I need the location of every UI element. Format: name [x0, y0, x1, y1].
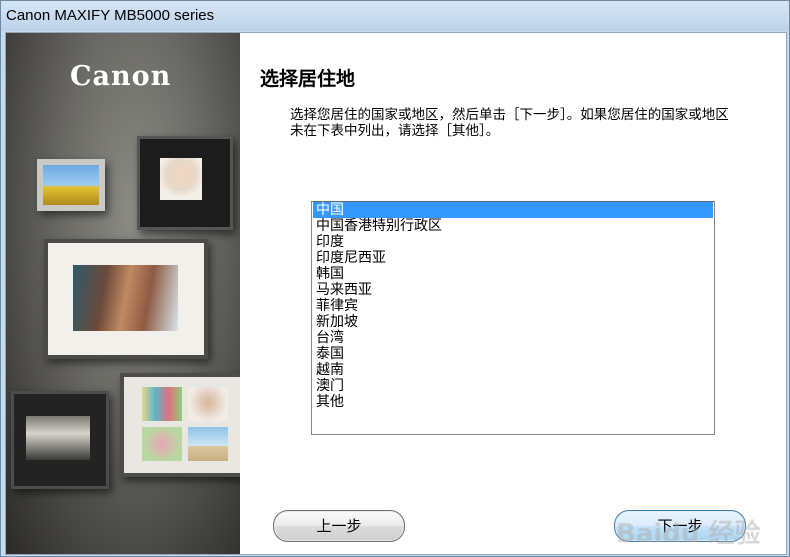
region-list-item[interactable]: 韩国: [313, 266, 713, 282]
photo-frame-family: [44, 239, 208, 359]
photo-frame-collage: [120, 373, 240, 477]
region-list-item[interactable]: 印度: [313, 234, 713, 250]
photo-frame-landscape: [37, 159, 105, 211]
region-list-item[interactable]: 越南: [313, 362, 713, 378]
region-list-item[interactable]: 台湾: [313, 330, 713, 346]
region-list-item[interactable]: 泰国: [313, 346, 713, 362]
baidu-watermark: Baidu 经验: [616, 519, 761, 549]
region-listbox[interactable]: 中国 中国香港特别行政区 印度 印度尼西亚 韩国 马来西亚 菲律宾 新加坡 台湾 泰国 越南 澳门 其他: [311, 201, 715, 435]
dialog-client-area: Canon 选择居住地 选择您居住的国家或地区，然后单击［下一步］。如果您居住的…: [5, 32, 787, 555]
title-bar[interactable]: Canon MAXIFY MB5000 series: [1, 1, 789, 31]
region-list-item[interactable]: 马来西亚: [313, 282, 713, 298]
family-photo: [73, 265, 178, 331]
photo-frame-vintage: [11, 391, 109, 489]
window-title: Canon MAXIFY MB5000 series: [6, 7, 215, 24]
region-list-item[interactable]: 印度尼西亚: [313, 250, 713, 266]
region-list-item[interactable]: 其他: [313, 394, 713, 410]
baby-photo: [160, 158, 202, 200]
vintage-photo: [26, 416, 90, 460]
page-title: 选择居住地: [260, 68, 356, 90]
back-button[interactable]: 上一步: [273, 510, 405, 542]
collage-photo-toys: [142, 387, 182, 421]
region-list-item[interactable]: 菲律宾: [313, 298, 713, 314]
collage-photo-house: [188, 427, 228, 461]
installer-window: Canon MAXIFY MB5000 series Canon 选择居住地 选…: [0, 0, 790, 557]
instruction-text: 选择您居住的国家或地区，然后单击［下一步］。如果您居住的国家或地区未在下表中列出…: [290, 107, 729, 139]
collage-photo-woman: [188, 387, 228, 421]
region-list-item[interactable]: 澳门: [313, 378, 713, 394]
region-list-item[interactable]: 中国: [313, 202, 713, 218]
region-list-item[interactable]: 新加坡: [313, 314, 713, 330]
region-list-item[interactable]: 中国香港特别行政区: [313, 218, 713, 234]
canon-logo: Canon: [70, 61, 172, 92]
collage-photo-flowers: [142, 427, 182, 461]
landscape-photo: [43, 165, 99, 205]
photo-frame-baby: [137, 136, 233, 230]
sidebar-image-panel: Canon: [6, 33, 240, 554]
